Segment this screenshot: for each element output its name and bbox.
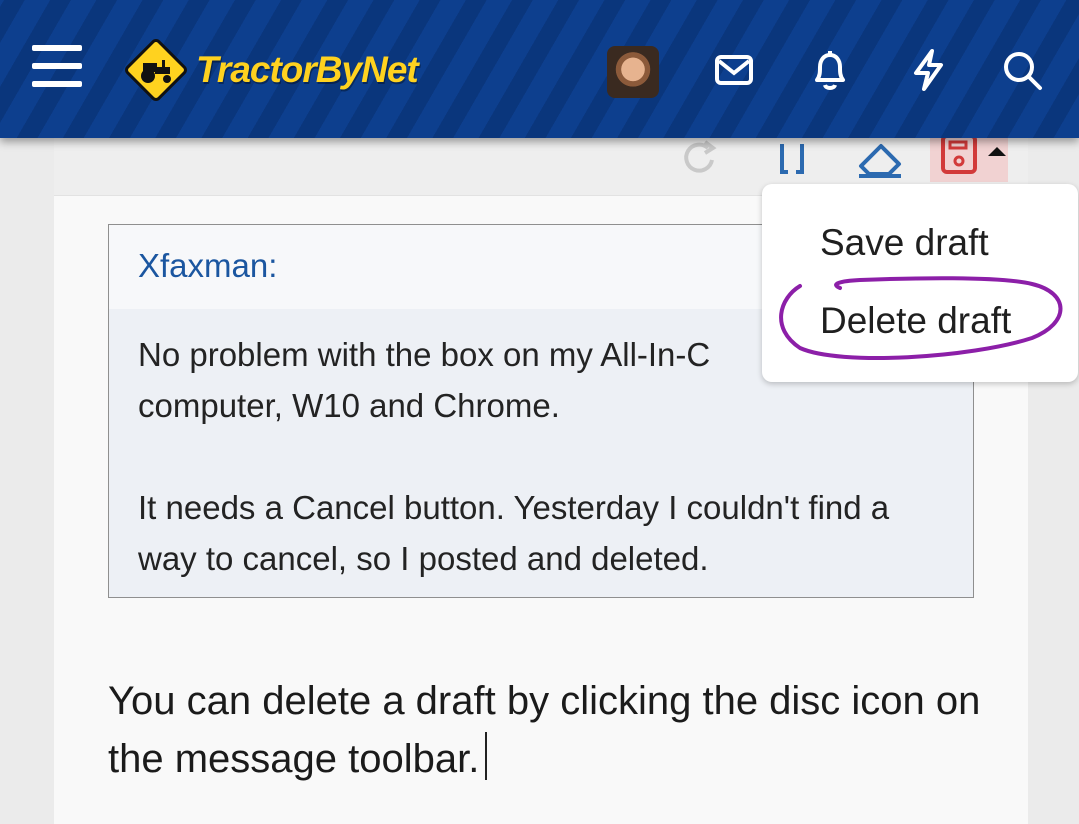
lightning-icon[interactable]	[904, 46, 952, 94]
caret-up-icon	[988, 147, 1006, 156]
site-header: TractorByNet	[0, 0, 1079, 138]
quote-paragraph-2: It needs a Cancel button. Yesterday I co…	[138, 489, 890, 577]
save-draft-button[interactable]	[930, 134, 1008, 182]
quote-author-link[interactable]: Xfaxman:	[138, 247, 277, 284]
reply-text: You can delete a draft by clicking the d…	[108, 679, 981, 781]
brackets-icon[interactable]	[766, 132, 818, 184]
tractor-logo-icon	[125, 39, 187, 101]
bell-icon[interactable]	[806, 46, 854, 94]
menu-icon[interactable]	[32, 45, 82, 87]
save-draft-menu-item[interactable]: Save draft	[820, 222, 989, 264]
envelope-icon[interactable]	[710, 46, 758, 94]
site-logo[interactable]: TractorByNet	[122, 36, 419, 104]
quote-line-2: computer, W10 and Chrome.	[138, 387, 560, 424]
text-cursor	[485, 732, 488, 780]
avatar[interactable]	[607, 46, 659, 98]
logo-text: TractorByNet	[196, 49, 419, 90]
eraser-icon[interactable]	[854, 132, 906, 184]
reply-editor[interactable]: You can delete a draft by clicking the d…	[108, 672, 1008, 788]
search-icon[interactable]	[998, 46, 1046, 94]
quote-line-1: No problem with the box on my All-In-C	[138, 336, 711, 373]
redo-icon[interactable]	[674, 132, 726, 184]
delete-draft-menu-item[interactable]: Delete draft	[820, 300, 1011, 342]
draft-menu: Save draft Delete draft	[762, 184, 1078, 382]
